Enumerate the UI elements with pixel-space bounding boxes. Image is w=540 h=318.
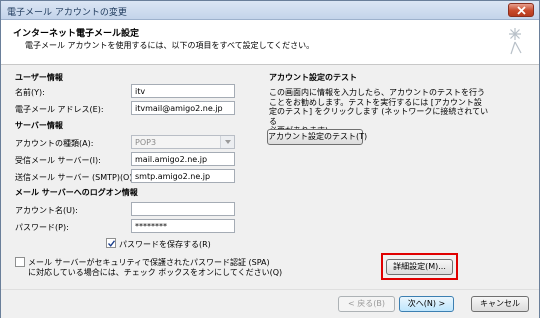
header-title: インターネット電子メール設定 — [13, 29, 140, 39]
account-name-field[interactable] — [131, 202, 235, 216]
title-bar[interactable]: 電子メール アカウントの変更 — [1, 1, 539, 20]
window-title: 電子メール アカウントの変更 — [7, 8, 127, 18]
save-password-checkbox[interactable] — [106, 238, 116, 248]
email-label: 電子メール アドレス(E): — [15, 105, 104, 114]
spa-label-line2[interactable]: に対応している場合には、チェック ボックスをオンにしてください(Q) — [28, 267, 282, 278]
incoming-server-label: 受信メール サーバー(I): — [15, 156, 101, 165]
logon-info-heading: メール サーバーへのログオン情報 — [15, 188, 138, 197]
close-icon — [517, 6, 526, 15]
incoming-server-field[interactable]: mail.amigo2.ne.jp — [131, 152, 235, 166]
account-type-label: アカウントの種類(A): — [15, 139, 94, 148]
wizard-sparkle-icon — [509, 28, 522, 55]
save-password-label[interactable]: パスワードを保存する(R) — [119, 239, 211, 250]
test-desc-line3: 定のテスト] をクリックします (ネットワークに接続されている — [269, 107, 489, 126]
account-type-select: POP3 — [131, 135, 235, 149]
cancel-button[interactable]: キャンセル — [471, 296, 529, 312]
outgoing-server-field[interactable]: smtp.amigo2.ne.jp — [131, 169, 235, 183]
password-field[interactable]: ******** — [131, 219, 235, 233]
test-heading: アカウント設定のテスト — [269, 73, 357, 82]
name-field[interactable]: itv — [131, 84, 235, 98]
email-field[interactable]: itvmail@amigo2.ne.jp — [131, 101, 235, 115]
server-info-heading: サーバー情報 — [15, 121, 63, 130]
spa-checkbox[interactable] — [15, 257, 25, 267]
back-button[interactable]: < 戻る(B) — [338, 296, 395, 312]
wizard-footer — [1, 289, 539, 318]
highlight-box — [381, 253, 458, 280]
checkmark-icon — [108, 240, 115, 247]
close-button[interactable] — [508, 3, 534, 17]
dialog-window: 電子メール アカウントの変更 インターネット電子メール設定 電子メール アカウン… — [0, 0, 540, 318]
test-desc-line2: ことをお勧めします。テストを実行するには [アカウント設 — [269, 97, 482, 107]
account-type-value: POP3 — [135, 138, 157, 147]
account-type-dropdown-arrow — [220, 136, 234, 148]
test-account-button[interactable]: アカウント設定のテスト(T) — [267, 129, 367, 145]
user-info-heading: ユーザー情報 — [15, 73, 63, 82]
wizard-header: インターネット電子メール設定 電子メール アカウントを使用するには、以下の項目を… — [1, 20, 539, 65]
password-label: パスワード(P): — [15, 223, 69, 232]
name-label: 名前(Y): — [15, 88, 45, 97]
outgoing-server-label: 送信メール サーバー (SMTP)(O): — [15, 173, 136, 182]
header-subtitle: 電子メール アカウントを使用するには、以下の項目をすべて設定してください。 — [25, 41, 315, 50]
account-name-label: アカウント名(U): — [15, 206, 78, 215]
test-desc-line1: この画面内に情報を入力したら、アカウントのテストを行う — [269, 88, 485, 97]
next-button[interactable]: 次へ(N) > — [399, 296, 454, 312]
chevron-down-icon — [225, 140, 231, 144]
